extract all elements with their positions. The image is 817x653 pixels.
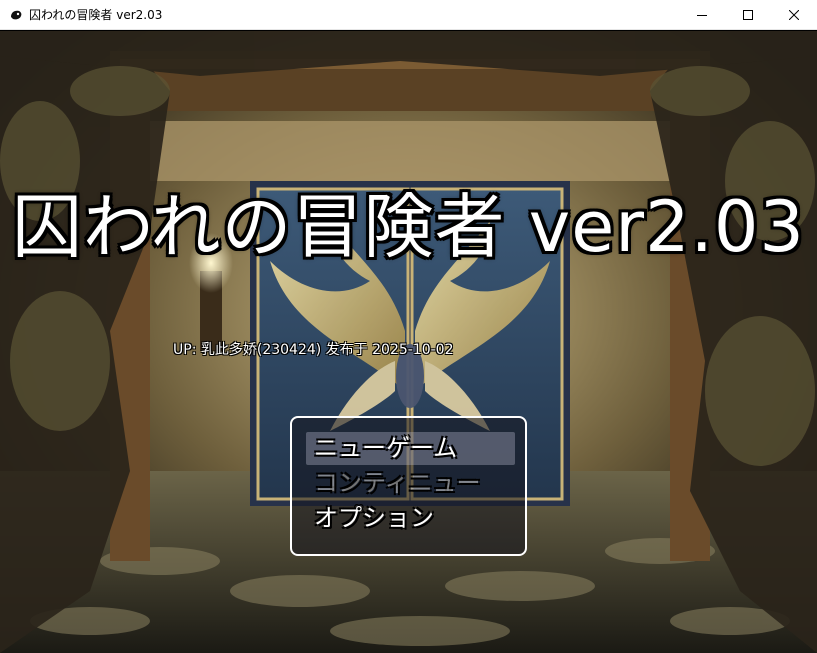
minimize-icon — [697, 15, 707, 16]
uploader-credit: UP: 乳此多娇(230424) 发布于 2025-10-02 — [173, 342, 454, 358]
title-command-window: ニューゲーム コンティニュー オプション — [290, 416, 527, 556]
minimize-button[interactable] — [679, 0, 725, 30]
maximize-icon — [743, 10, 753, 20]
window-controls — [679, 0, 817, 30]
menu-item-continue[interactable]: コンティニュー — [314, 466, 514, 500]
maximize-button[interactable] — [725, 0, 771, 30]
close-icon — [789, 10, 799, 20]
game-title: 囚われの冒険者 ver2.03 — [12, 186, 805, 268]
window-title: 囚われの冒険者 ver2.03 — [29, 8, 163, 22]
menu-item-options[interactable]: オプション — [314, 501, 514, 535]
close-button[interactable] — [771, 0, 817, 30]
app-icon — [9, 8, 23, 22]
menu-item-new-game[interactable]: ニューゲーム — [314, 431, 514, 465]
title-screen[interactable]: 囚われの冒険者 ver2.03 UP: 乳此多娇(230424) 发布于 202… — [0, 31, 817, 653]
game-window: 囚われの冒険者 ver2.03 囚われの冒険者 ver2.03 UP: 乳此多娇… — [0, 0, 817, 653]
title-bar[interactable]: 囚われの冒険者 ver2.03 — [0, 0, 817, 30]
